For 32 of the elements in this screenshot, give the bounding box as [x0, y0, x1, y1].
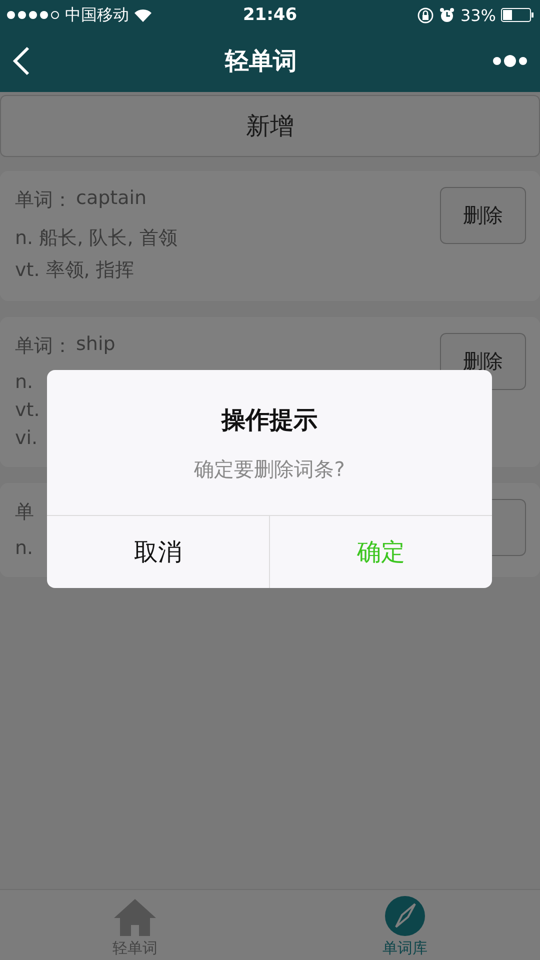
clock-time: 21:46 — [242, 5, 298, 25]
word-label: 单词： — [15, 188, 72, 213]
confirm-button[interactable]: 确定 — [269, 516, 492, 588]
home-icon — [113, 897, 157, 937]
word-text: captain — [76, 187, 147, 211]
word-meaning: vt. — [15, 399, 41, 421]
carrier-name: 中国移动 — [65, 4, 129, 26]
delete-button[interactable]: 删除 — [440, 187, 526, 244]
dialog-title: 操作提示 — [220, 405, 318, 436]
battery-icon — [501, 8, 534, 22]
battery-percent: 33% — [460, 6, 496, 24]
compass-icon — [384, 895, 426, 937]
word-meaning: n. 船长, 队长, 首领 — [15, 226, 178, 251]
back-icon[interactable] — [12, 46, 30, 76]
tab-item[interactable]: 单词库 — [345, 890, 465, 960]
word-text: ship — [76, 333, 116, 357]
wifi-icon — [134, 8, 152, 22]
tab-item[interactable]: 轻单词 — [75, 890, 195, 960]
dialog-message: 确定要删除词条? — [193, 456, 346, 483]
word-meaning: vi. — [15, 427, 39, 449]
page-title: 轻单词 — [225, 46, 297, 77]
word-meaning: n. — [15, 537, 34, 559]
cancel-button[interactable]: 取消 — [47, 516, 269, 588]
alarm-icon — [439, 7, 456, 23]
signal-icon — [6, 10, 60, 20]
add-button[interactable]: 新增 — [0, 95, 540, 157]
word-label: 单词： — [15, 334, 72, 359]
more-icon[interactable] — [492, 54, 528, 68]
word-meaning: n. — [15, 371, 34, 393]
word-meaning: vt. 率领, 指挥 — [15, 258, 135, 283]
rotation-lock-icon — [417, 6, 434, 24]
word-label: 单 — [15, 500, 34, 525]
